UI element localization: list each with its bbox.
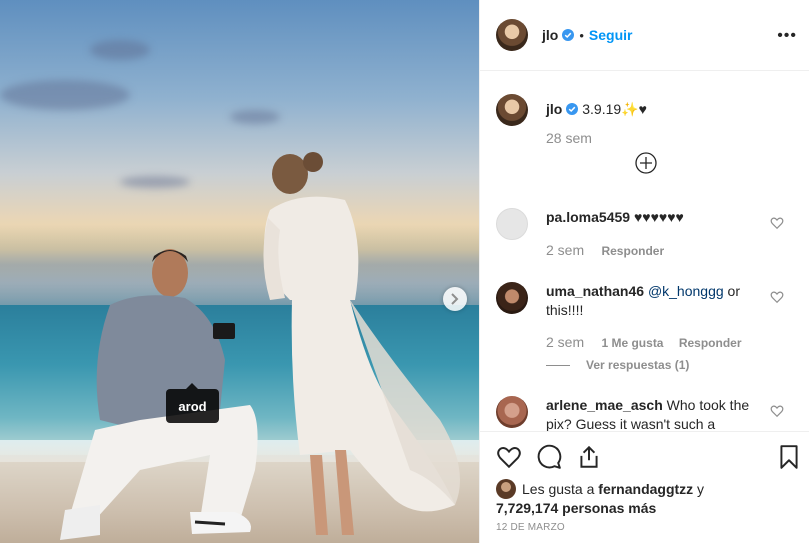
comment-body: pa.loma5459 ♥♥♥♥♥♥ — [546, 208, 756, 227]
comment-text: ♥♥♥♥♥♥ — [630, 209, 684, 225]
comment-username[interactable]: uma_nathan46 — [546, 283, 644, 299]
comments-list[interactable]: jlo 3.9.19✨♥ 28 sem pa.loma5459 ♥♥♥♥♥♥ 2… — [480, 72, 809, 431]
comment-body: arlene_mae_asch Who took the pix? Guess … — [546, 396, 756, 431]
comment-mention[interactable]: @k_honggg — [648, 283, 724, 299]
post-actions: Les gusta a fernandaggtzz y 7,729,174 pe… — [480, 431, 809, 543]
likes-connector: y — [693, 481, 705, 497]
chevron-right-icon — [451, 293, 459, 305]
verified-badge-icon — [562, 29, 575, 41]
verified-badge-icon — [566, 103, 579, 115]
avatar[interactable] — [496, 94, 528, 126]
reply-button[interactable]: Responder — [601, 244, 664, 258]
kneeling-man — [60, 249, 258, 540]
separator-dot: • — [579, 27, 584, 43]
more-options-button[interactable]: ••• — [777, 27, 797, 45]
standing-woman — [263, 152, 460, 535]
caption-text: 3.9.19✨♥ — [582, 101, 647, 117]
avatar[interactable] — [496, 208, 528, 240]
comment-username[interactable]: arlene_mae_asch — [546, 397, 663, 413]
heart-icon[interactable] — [770, 404, 784, 418]
couple-illustration — [60, 152, 460, 540]
comment-time[interactable]: 2 sem — [546, 334, 584, 350]
author-username[interactable]: jlo — [542, 27, 558, 43]
comment-username[interactable]: pa.loma5459 — [546, 209, 630, 225]
heart-icon[interactable] — [770, 216, 784, 230]
bookmark-icon[interactable] — [776, 444, 802, 470]
likes-summary: Les gusta a fernandaggtzz y 7,729,174 pe… — [496, 479, 796, 518]
comment-icon[interactable] — [536, 444, 562, 470]
heart-icon[interactable] — [770, 290, 784, 304]
next-photo-button[interactable] — [443, 287, 467, 311]
likes-user[interactable]: fernandaggtzz — [598, 481, 693, 497]
post-header: jlo • Seguir ••• — [480, 0, 809, 71]
share-icon[interactable] — [576, 444, 602, 470]
heart-icon[interactable] — [496, 444, 522, 470]
reply-button[interactable]: Responder — [679, 336, 742, 350]
likes-count[interactable]: 7,729,174 personas más — [496, 500, 656, 516]
comment-likes[interactable]: 1 Me gusta — [601, 336, 663, 350]
caption-meta: 28 sem — [546, 130, 606, 146]
comment-meta: 2 sem 1 Me gusta Responder — [546, 334, 754, 350]
comment-body: uma_nathan46 @k_honggg or this!!!! — [546, 282, 756, 320]
post-photo[interactable]: arod — [0, 0, 479, 543]
follow-button[interactable]: Seguir — [589, 27, 633, 43]
caption-username[interactable]: jlo — [546, 101, 562, 117]
avatar[interactable] — [496, 282, 528, 314]
caption-time[interactable]: 28 sem — [546, 130, 592, 146]
avatar[interactable] — [496, 396, 528, 428]
caption-body: jlo 3.9.19✨♥ — [546, 100, 756, 119]
comment-meta: 2 sem Responder — [546, 242, 676, 258]
post-panel: jlo • Seguir ••• jlo 3.9.19✨♥ 28 sem pa.… — [479, 0, 809, 543]
likes-prefix: Les gusta a — [522, 481, 599, 497]
photo-tag[interactable]: arod — [166, 383, 219, 423]
avatar[interactable] — [496, 19, 528, 51]
avatar[interactable] — [496, 479, 516, 499]
comment-time[interactable]: 2 sem — [546, 242, 584, 258]
plus-circle-icon[interactable] — [635, 152, 657, 174]
post-date[interactable]: 12 DE MARZO — [496, 522, 565, 533]
view-replies-button[interactable]: Ver respuestas (1) — [546, 358, 689, 372]
